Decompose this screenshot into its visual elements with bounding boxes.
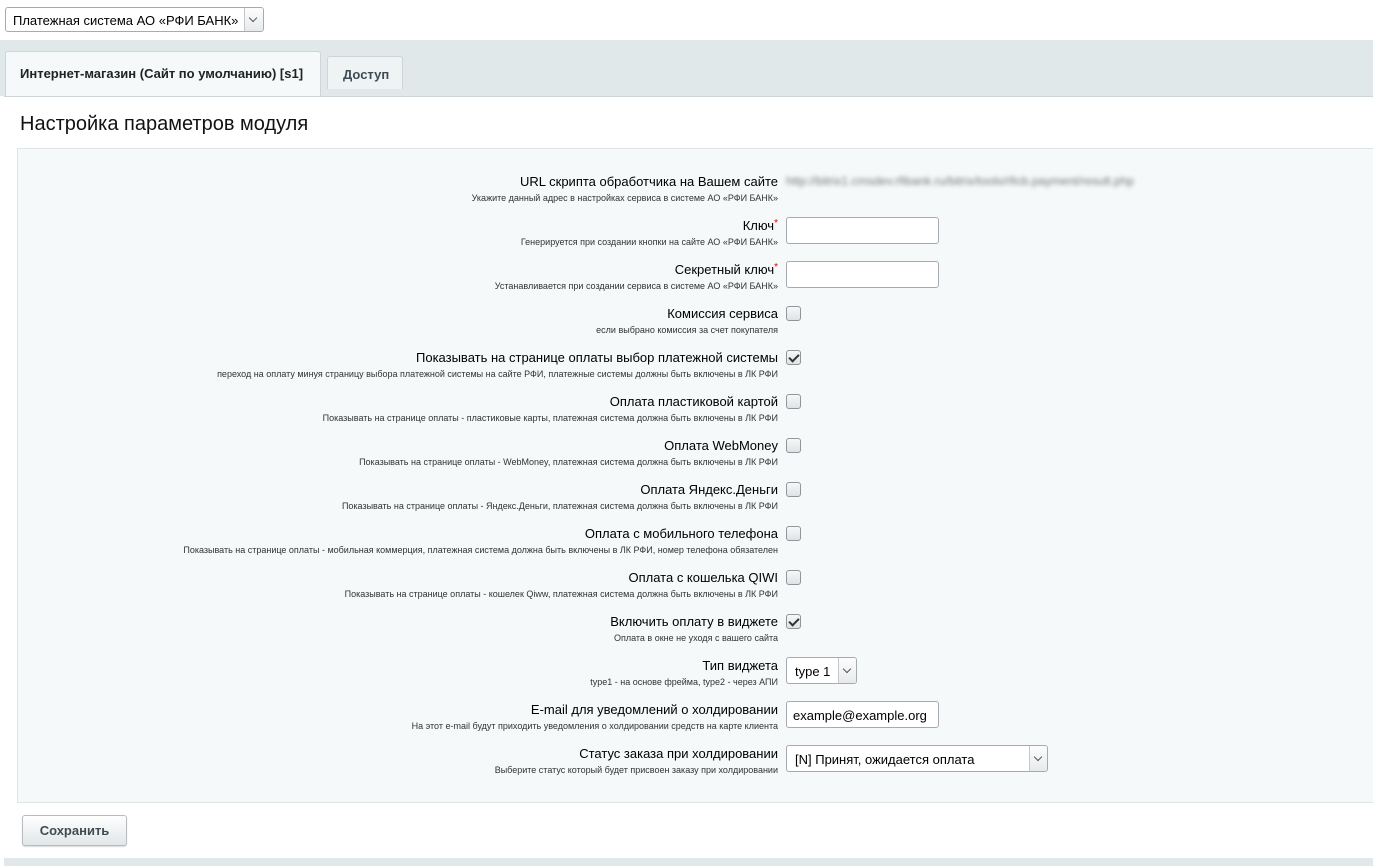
secret-key-input[interactable]	[786, 261, 939, 288]
widget-type-select[interactable]: type 1	[786, 657, 857, 684]
module-select-value: Платежная система АО «РФИ БАНК»	[13, 13, 239, 28]
module-select[interactable]: Платежная система АО «РФИ БАНК»	[5, 7, 264, 32]
hold-email-hint: На этот e-mail будут приходить уведомлен…	[411, 721, 778, 731]
save-button-label: Сохранить	[39, 823, 110, 838]
widget-hint: Оплата в окне не уходя с вашего сайта	[613, 633, 778, 643]
hold-email-input[interactable]: example@example.org	[786, 701, 939, 728]
required-mark: *	[774, 262, 778, 273]
url-hint: Укажите данный адрес в настройках сервис…	[471, 193, 778, 203]
widget-type-label: Тип виджета	[702, 658, 778, 673]
tab-access[interactable]: Доступ	[327, 56, 403, 89]
hold-status-value: [N] Принят, ожидается оплата	[795, 752, 975, 767]
required-mark: *	[774, 218, 778, 229]
url-value: http://bitrix1.cmsdev.rfibank.ru/bitrix/…	[786, 174, 1134, 188]
show-choice-label: Показывать на странице оплаты выбор плат…	[416, 350, 778, 365]
widget-label: Включить оплату в виджете	[610, 614, 778, 629]
tab-label: Доступ	[343, 67, 390, 82]
save-button[interactable]: Сохранить	[22, 815, 127, 846]
hold-email-label: E-mail для уведомлений о холдировании	[530, 702, 778, 717]
show-choice-hint: переход на оплату минуя страницу выбора …	[217, 369, 778, 379]
card-hint: Показывать на странице оплаты - пластико…	[322, 413, 778, 423]
url-label: URL скрипта обработчика на Вашем сайте	[520, 174, 778, 189]
key-input[interactable]	[786, 217, 939, 244]
mobile-checkbox[interactable]	[786, 526, 801, 541]
yandex-label: Оплата Яндекс.Деньги	[640, 482, 778, 497]
tabs-strip: Интернет-магазин (Сайт по умолчанию) [s1…	[0, 40, 1373, 96]
mobile-label: Оплата с мобильного телефона	[584, 526, 778, 541]
card-checkbox[interactable]	[786, 394, 801, 409]
show-choice-checkbox[interactable]	[786, 350, 801, 365]
mobile-hint: Показывать на странице оплаты - мобильна…	[183, 545, 778, 555]
page-title: Настройка параметров модуля	[20, 113, 309, 135]
widget-type-hint: type1 - на основе фрейма, type2 - через …	[590, 677, 778, 687]
widget-type-value: type 1	[795, 664, 831, 679]
qiwi-hint: Показывать на странице оплаты - кошелек …	[344, 589, 778, 599]
chevron-down-icon[interactable]	[838, 658, 856, 683]
bottom-divider	[4, 858, 1373, 866]
key-hint: Генерируется при создании кнопки на сайт…	[520, 237, 778, 247]
secret-key-hint: Устанавливается при создании сервиса в с…	[494, 281, 778, 291]
key-label: Ключ*	[743, 218, 778, 233]
secret-key-label: Секретный ключ*	[675, 262, 778, 277]
chevron-down-icon[interactable]	[1029, 746, 1047, 771]
qiwi-label: Оплата с кошелька QIWI	[628, 570, 778, 585]
card-label: Оплата пластиковой картой	[609, 394, 778, 409]
secret-key-label-text: Секретный ключ	[674, 262, 775, 277]
chevron-down-icon[interactable]	[244, 8, 263, 31]
webmoney-checkbox[interactable]	[786, 438, 801, 453]
key-label-text: Ключ	[742, 218, 775, 233]
yandex-checkbox[interactable]	[786, 482, 801, 497]
tab-label: Интернет-магазин (Сайт по умолчанию) [s1…	[20, 66, 304, 81]
webmoney-label: Оплата WebMoney	[664, 438, 778, 453]
widget-checkbox[interactable]	[786, 614, 801, 629]
qiwi-checkbox[interactable]	[786, 570, 801, 585]
commission-hint: если выбрано комиссия за счет покупателя	[596, 325, 778, 335]
yandex-hint: Показывать на странице оплаты - Яндекс.Д…	[341, 501, 778, 511]
hold-status-select[interactable]: [N] Принят, ожидается оплата	[786, 745, 1048, 772]
tab-site-s1[interactable]: Интернет-магазин (Сайт по умолчанию) [s1…	[5, 51, 321, 96]
commission-label: Комиссия сервиса	[667, 306, 778, 321]
hold-status-label: Статус заказа при холдировании	[579, 746, 778, 761]
hold-status-hint: Выберите статус который будет присвоен з…	[494, 765, 778, 775]
webmoney-hint: Показывать на странице оплаты - WebMoney…	[359, 457, 778, 467]
hold-email-value: example@example.org	[793, 708, 927, 723]
commission-checkbox[interactable]	[786, 306, 801, 321]
